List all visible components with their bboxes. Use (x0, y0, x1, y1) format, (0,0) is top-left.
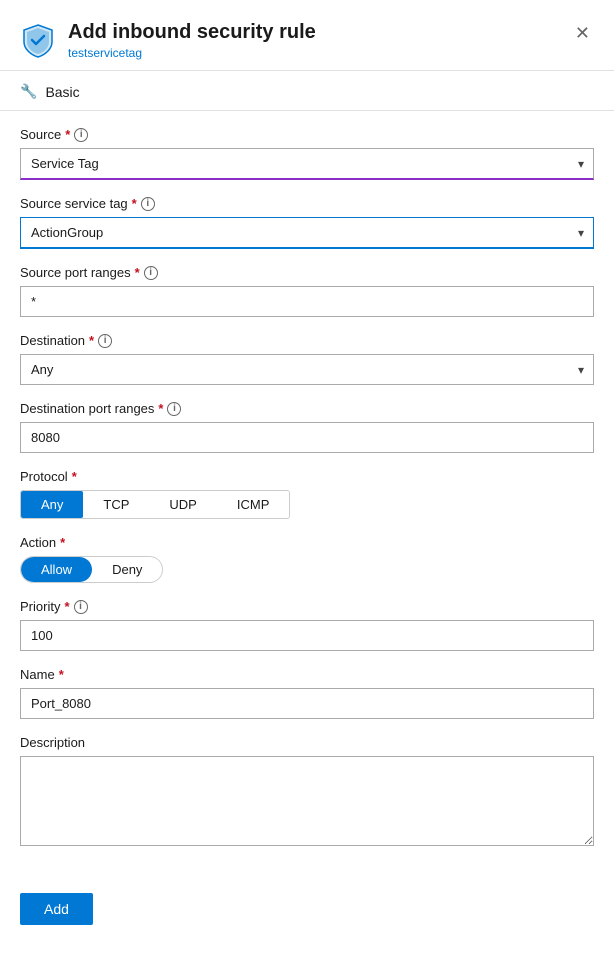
source-service-tag-select[interactable]: ActionGroup ApiManagement AppService Azu… (20, 217, 594, 249)
source-select-wrapper: Service Tag Any IP Addresses Application… (20, 148, 594, 180)
destination-required: * (89, 333, 94, 348)
source-select[interactable]: Service Tag Any IP Addresses Application… (20, 148, 594, 180)
protocol-label: Protocol * (20, 469, 594, 484)
dialog-title-area: Add inbound security rule testservicetag (20, 20, 316, 60)
action-required: * (60, 535, 65, 550)
name-required: * (59, 667, 64, 682)
destination-port-ranges-group: Destination port ranges * i (20, 401, 594, 453)
source-service-tag-select-wrapper: ActionGroup ApiManagement AppService Azu… (20, 217, 594, 249)
add-button[interactable]: Add (20, 893, 93, 925)
name-label: Name * (20, 667, 594, 682)
protocol-required: * (72, 469, 77, 484)
source-label: Source * i (20, 127, 594, 142)
protocol-group: Protocol * Any TCP UDP ICMP (20, 469, 594, 519)
destination-port-ranges-label: Destination port ranges * i (20, 401, 594, 416)
protocol-udp-button[interactable]: UDP (149, 491, 216, 518)
source-service-tag-label: Source service tag * i (20, 196, 594, 211)
source-service-tag-info-icon[interactable]: i (141, 197, 155, 211)
destination-group: Destination * i Any IP Addresses Service… (20, 333, 594, 385)
priority-info-icon[interactable]: i (74, 600, 88, 614)
title-text-area: Add inbound security rule testservicetag (68, 20, 316, 60)
dialog: Add inbound security rule testservicetag… (0, 0, 614, 955)
wrench-icon: 🔧 (20, 83, 37, 100)
dialog-subtitle: testservicetag (68, 46, 316, 60)
source-info-icon[interactable]: i (74, 128, 88, 142)
name-group: Name * (20, 667, 594, 719)
protocol-toggle-group: Any TCP UDP ICMP (20, 490, 290, 519)
source-group: Source * i Service Tag Any IP Addresses … (20, 127, 594, 180)
description-label: Description (20, 735, 594, 750)
shield-icon (20, 22, 56, 58)
priority-label: Priority * i (20, 599, 594, 614)
close-button[interactable]: ✕ (571, 20, 594, 46)
description-textarea[interactable] (20, 756, 594, 846)
source-service-tag-group: Source service tag * i ActionGroup ApiMa… (20, 196, 594, 249)
destination-label: Destination * i (20, 333, 594, 348)
source-port-ranges-label: Source port ranges * i (20, 265, 594, 280)
action-label: Action * (20, 535, 594, 550)
source-port-ranges-group: Source port ranges * i (20, 265, 594, 317)
destination-port-ranges-input[interactable] (20, 422, 594, 453)
destination-port-ranges-required: * (158, 401, 163, 416)
priority-input[interactable] (20, 620, 594, 651)
form-body: Source * i Service Tag Any IP Addresses … (0, 111, 614, 883)
source-port-ranges-info-icon[interactable]: i (144, 266, 158, 280)
protocol-tcp-button[interactable]: TCP (83, 491, 149, 518)
priority-required: * (64, 599, 69, 614)
protocol-any-button[interactable]: Any (21, 491, 83, 518)
source-port-ranges-input[interactable] (20, 286, 594, 317)
action-deny-button[interactable]: Deny (92, 557, 162, 582)
section-basic: 🔧 Basic (0, 71, 614, 111)
source-service-tag-required: * (132, 196, 137, 211)
description-group: Description (20, 735, 594, 851)
destination-info-icon[interactable]: i (98, 334, 112, 348)
destination-select[interactable]: Any IP Addresses Service Tag Application… (20, 354, 594, 385)
destination-select-wrapper: Any IP Addresses Service Tag Application… (20, 354, 594, 385)
destination-port-ranges-info-icon[interactable]: i (167, 402, 181, 416)
priority-group: Priority * i (20, 599, 594, 651)
name-input[interactable] (20, 688, 594, 719)
action-group: Action * Allow Deny (20, 535, 594, 583)
source-required: * (65, 127, 70, 142)
source-port-ranges-required: * (135, 265, 140, 280)
action-toggle-group: Allow Deny (20, 556, 163, 583)
dialog-title: Add inbound security rule (68, 20, 316, 44)
action-allow-button[interactable]: Allow (21, 557, 92, 582)
protocol-icmp-button[interactable]: ICMP (217, 491, 290, 518)
dialog-header: Add inbound security rule testservicetag… (0, 0, 614, 71)
section-label-text: Basic (45, 84, 79, 100)
